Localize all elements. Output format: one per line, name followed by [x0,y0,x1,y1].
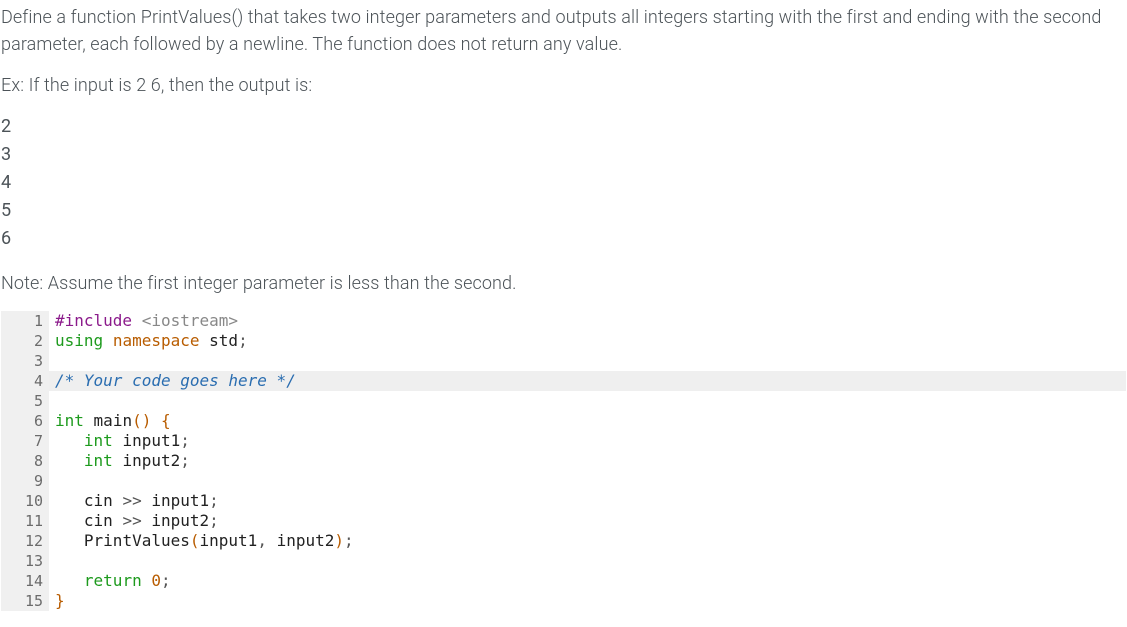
code-content[interactable]: using namespace std; [49,331,1126,351]
code-line[interactable]: 1#include <iostream> [1,311,1126,331]
example-output-line: 3 [1,141,1126,169]
code-content[interactable] [49,471,1126,491]
code-content[interactable]: #include <iostream> [49,311,1126,331]
code-content[interactable]: } [49,591,1126,611]
code-line[interactable]: 11 cin >> input2; [1,511,1126,531]
prompt-note: Note: Assume the first integer parameter… [1,270,1126,297]
example-output-line: 4 [1,169,1126,197]
example-intro: Ex: If the input is 2 6, then the output… [1,72,1126,99]
code-content[interactable]: int main() { [49,411,1126,431]
line-number: 12 [1,531,49,551]
code-line[interactable]: 2using namespace std; [1,331,1126,351]
code-content[interactable] [49,391,1126,411]
code-content[interactable]: /* Your code goes here */ [49,371,1126,391]
line-number: 4 [1,371,49,391]
line-number: 9 [1,471,49,491]
line-number: 2 [1,331,49,351]
code-content[interactable] [49,351,1126,371]
code-content[interactable]: cin >> input2; [49,511,1126,531]
line-number: 15 [1,591,49,611]
code-editor[interactable]: 1#include <iostream>2using namespace std… [1,311,1126,611]
example-output-line: 2 [1,113,1126,141]
code-line[interactable]: 9 [1,471,1126,491]
line-number: 13 [1,551,49,571]
code-content[interactable]: int input1; [49,431,1126,451]
line-number: 8 [1,451,49,471]
code-line[interactable]: 8 int input2; [1,451,1126,471]
code-line[interactable]: 4/* Your code goes here */ [1,371,1126,391]
code-line[interactable]: 3 [1,351,1126,371]
line-number: 7 [1,431,49,451]
line-number: 14 [1,571,49,591]
code-content[interactable]: cin >> input1; [49,491,1126,511]
code-content[interactable]: int input2; [49,451,1126,471]
line-number: 6 [1,411,49,431]
prompt-description: Define a function PrintValues() that tak… [1,4,1126,58]
code-line[interactable]: 5 [1,391,1126,411]
prompt-section: Define a function PrintValues() that tak… [1,4,1126,99]
example-output-line: 6 [1,225,1126,253]
code-line[interactable]: 6int main() { [1,411,1126,431]
code-line[interactable]: 12 PrintValues(input1, input2); [1,531,1126,551]
code-line[interactable]: 15} [1,591,1126,611]
code-content[interactable]: PrintValues(input1, input2); [49,531,1126,551]
code-line[interactable]: 14 return 0; [1,571,1126,591]
code-line[interactable]: 13 [1,551,1126,571]
line-number: 3 [1,351,49,371]
prompt-note-section: Note: Assume the first integer parameter… [1,270,1126,297]
example-output-line: 5 [1,197,1126,225]
example-output: 23456 [1,113,1126,252]
line-number: 5 [1,391,49,411]
code-content[interactable] [49,551,1126,571]
line-number: 10 [1,491,49,511]
code-line[interactable]: 10 cin >> input1; [1,491,1126,511]
code-line[interactable]: 7 int input1; [1,431,1126,451]
line-number: 1 [1,311,49,331]
question-container: Define a function PrintValues() that tak… [0,0,1127,615]
code-content[interactable]: return 0; [49,571,1126,591]
line-number: 11 [1,511,49,531]
